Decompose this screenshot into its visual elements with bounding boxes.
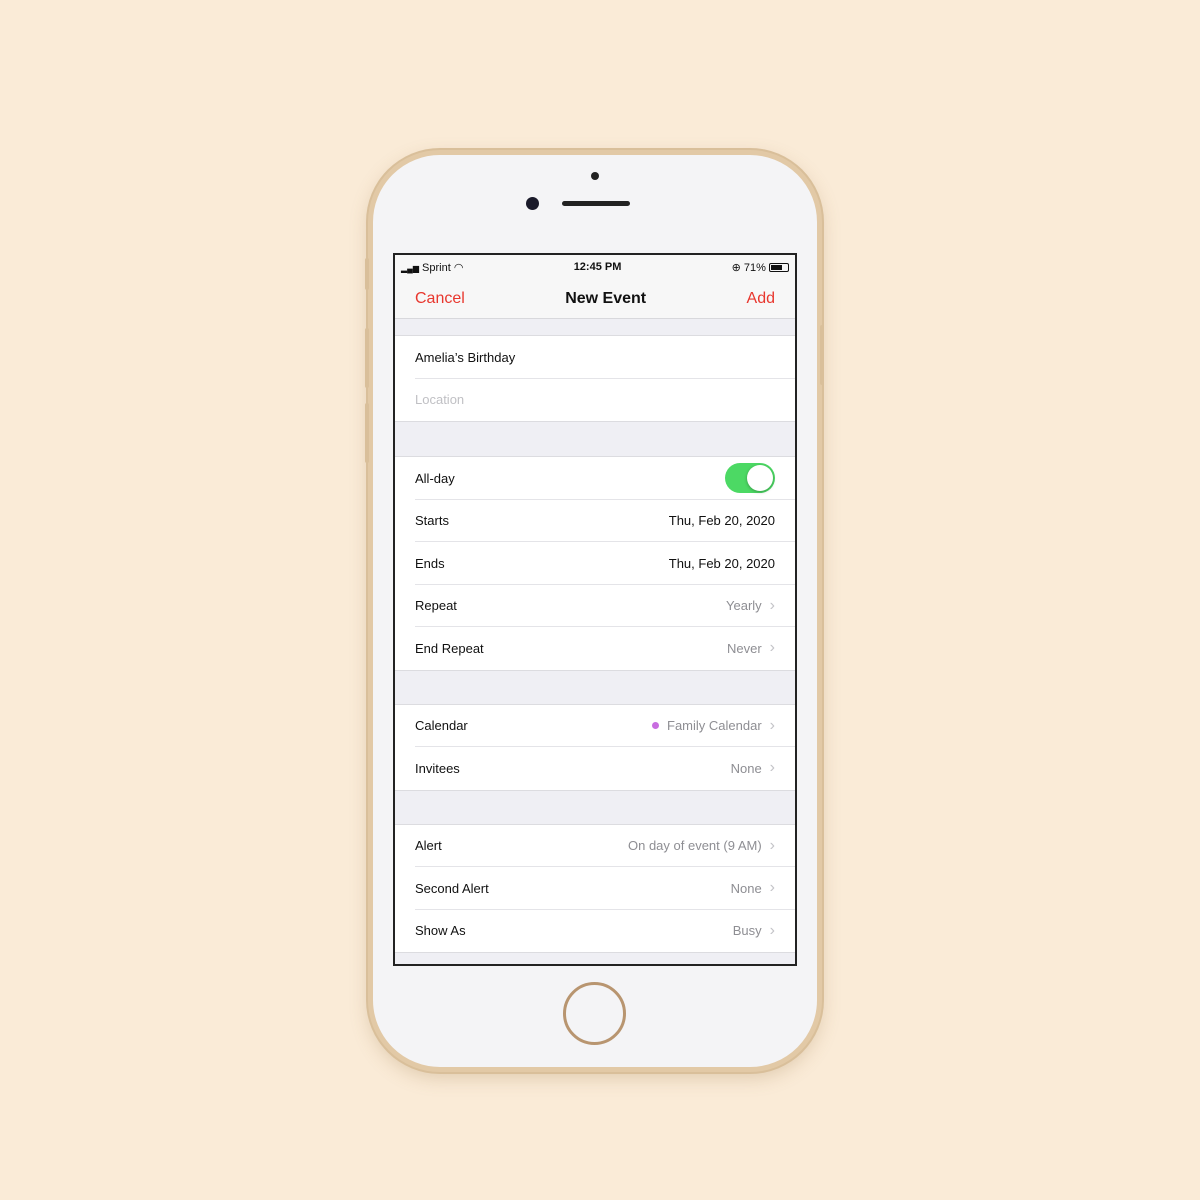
home-button[interactable] xyxy=(563,982,626,1045)
carrier-status: ▂▄▆ Sprint ◠ xyxy=(401,261,464,274)
second-alert-row[interactable]: Second Alert None › xyxy=(395,867,795,910)
date-group: All-day Starts Thu, Feb 20, 2020 Ends Thu,… xyxy=(395,456,795,671)
proximity-sensor xyxy=(591,172,599,180)
chevron-right-icon: › xyxy=(769,639,775,657)
calendar-color-dot xyxy=(652,722,660,730)
end-repeat-row[interactable]: End Repeat Never › xyxy=(395,627,795,670)
ends-row[interactable]: Ends Thu, Feb 20, 2020 xyxy=(395,542,795,585)
battery-percent: 71% xyxy=(743,261,766,274)
chevron-right-icon: › xyxy=(769,596,775,614)
invitees-row[interactable]: Invitees None › xyxy=(395,747,795,790)
chevron-right-icon: › xyxy=(769,716,775,734)
battery-icon xyxy=(768,263,789,273)
screen: ▂▄▆ Sprint ◠ 12:45 PM ⊕ 71% Cancel New E… xyxy=(393,253,797,966)
chevron-right-icon: › xyxy=(769,836,775,854)
cancel-button[interactable]: Cancel xyxy=(415,290,465,308)
signal-icon: ▂▄▆ xyxy=(401,263,419,273)
front-camera xyxy=(526,197,539,210)
calendar-group: Calendar Family Calendar › Invitees None › xyxy=(395,703,795,791)
starts-row[interactable]: Starts Thu, Feb 20, 2020 xyxy=(395,499,795,542)
earpiece-speaker xyxy=(562,201,630,206)
alert-row[interactable]: Alert On day of event (9 AM) › xyxy=(395,824,795,867)
calendar-row[interactable]: Calendar Family Calendar › xyxy=(395,704,795,747)
wifi-icon: ◠ xyxy=(453,261,464,274)
status-bar: ▂▄▆ Sprint ◠ 12:45 PM ⊕ 71% xyxy=(395,255,795,279)
title-location-group: Amelia’s Birthday Location xyxy=(395,335,795,422)
title-input[interactable]: Amelia’s Birthday xyxy=(395,336,795,379)
power-button xyxy=(820,325,824,385)
repeat-row[interactable]: Repeat Yearly › xyxy=(395,584,795,627)
chevron-right-icon: › xyxy=(769,759,775,777)
show-as-row[interactable]: Show As Busy › xyxy=(395,909,795,952)
mute-switch xyxy=(365,258,369,290)
clock: 12:45 PM xyxy=(573,261,622,273)
volume-up-button xyxy=(365,328,369,388)
orientation-lock-icon: ⊕ xyxy=(731,261,741,274)
nav-bar: Cancel New Event Add xyxy=(395,279,795,319)
allday-row: All-day xyxy=(395,457,795,500)
page-title: New Event xyxy=(565,289,647,307)
location-input[interactable]: Location xyxy=(395,378,795,421)
volume-down-button xyxy=(365,403,369,463)
chevron-right-icon: › xyxy=(769,921,775,939)
allday-toggle[interactable] xyxy=(725,463,775,494)
chevron-right-icon: › xyxy=(769,879,775,897)
add-button[interactable]: Add xyxy=(747,290,775,308)
alert-group: Alert On day of event (9 AM) › Second Aler… xyxy=(395,823,795,953)
